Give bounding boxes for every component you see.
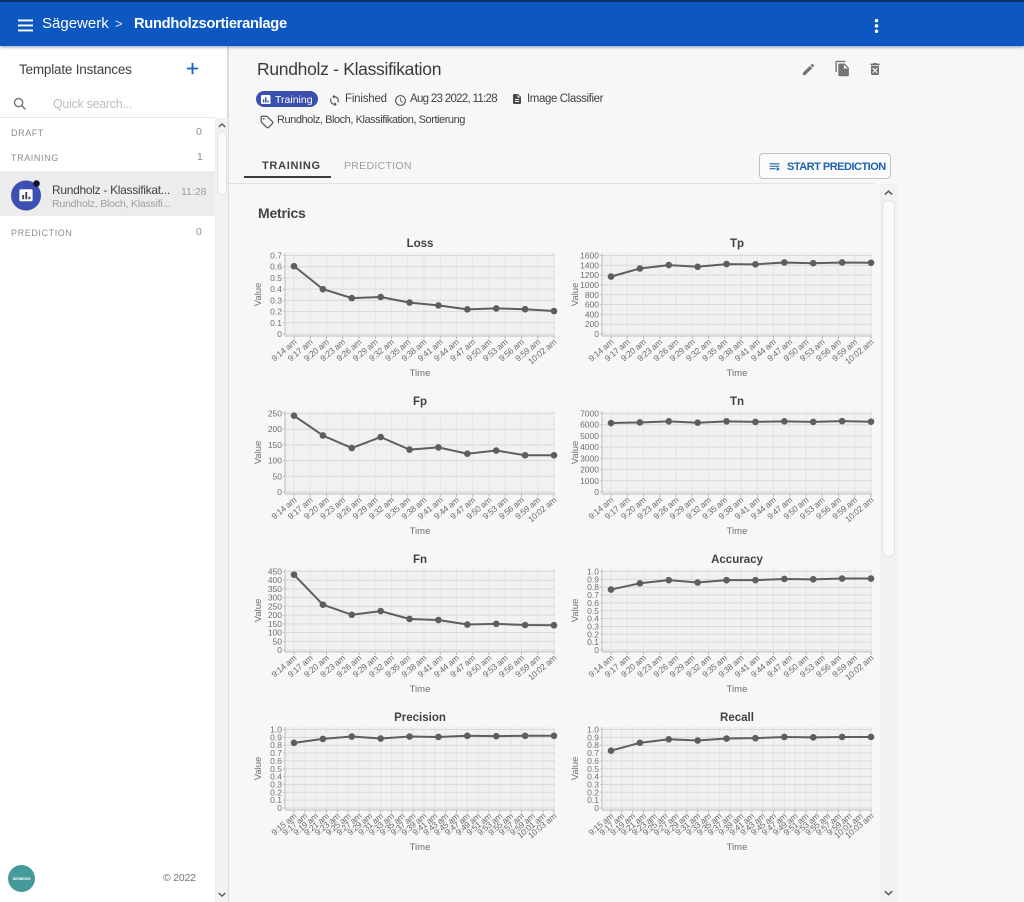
svg-text:Tn: Tn <box>730 396 744 408</box>
svg-text:Value: Value <box>570 283 581 307</box>
svg-text:Value: Value <box>570 441 581 465</box>
svg-text:800: 800 <box>585 290 599 300</box>
svg-text:100: 100 <box>268 628 282 638</box>
svg-text:6000: 6000 <box>580 420 599 430</box>
svg-text:Time: Time <box>410 842 431 853</box>
svg-text:400: 400 <box>268 575 282 585</box>
svg-text:2000: 2000 <box>580 465 599 475</box>
svg-text:Tp: Tp <box>730 238 744 250</box>
svg-text:7000: 7000 <box>580 409 599 419</box>
svg-text:450: 450 <box>268 567 282 577</box>
svg-text:Time: Time <box>727 842 748 853</box>
svg-text:0: 0 <box>277 487 282 497</box>
svg-text:0.7: 0.7 <box>270 251 282 261</box>
svg-text:Time: Time <box>727 684 748 695</box>
svg-text:1.0: 1.0 <box>270 725 282 735</box>
svg-text:3000: 3000 <box>580 453 599 463</box>
svg-text:600: 600 <box>585 300 599 310</box>
svg-text:0.5: 0.5 <box>270 273 282 283</box>
svg-text:0: 0 <box>277 329 282 339</box>
svg-text:350: 350 <box>268 584 282 594</box>
svg-text:0.2: 0.2 <box>270 307 282 317</box>
svg-text:Fn: Fn <box>413 554 427 566</box>
svg-text:1.0: 1.0 <box>587 567 599 577</box>
svg-text:Value: Value <box>253 599 264 623</box>
svg-text:Time: Time <box>410 368 431 379</box>
svg-text:0: 0 <box>594 487 599 497</box>
svg-text:Time: Time <box>727 368 748 379</box>
svg-text:SIEMENS: SIEMENS <box>12 876 30 881</box>
svg-text:1400: 1400 <box>580 260 599 270</box>
svg-text:Value: Value <box>253 283 264 307</box>
svg-text:50: 50 <box>273 636 283 646</box>
svg-text:Precision: Precision <box>394 712 446 724</box>
svg-text:Value: Value <box>570 599 581 623</box>
svg-text:250: 250 <box>268 409 282 419</box>
svg-text:Fp: Fp <box>413 396 427 408</box>
svg-text:0: 0 <box>594 329 599 339</box>
svg-text:Time: Time <box>410 526 431 537</box>
svg-text:1600: 1600 <box>580 251 599 261</box>
svg-text:0: 0 <box>277 645 282 655</box>
svg-text:0.4: 0.4 <box>270 284 282 294</box>
svg-text:Value: Value <box>253 441 264 465</box>
svg-text:400: 400 <box>585 309 599 319</box>
svg-text:250: 250 <box>268 601 282 611</box>
svg-text:50: 50 <box>273 471 283 481</box>
svg-text:1200: 1200 <box>580 270 599 280</box>
svg-text:300: 300 <box>268 593 282 603</box>
svg-text:150: 150 <box>268 619 282 629</box>
svg-text:0.1: 0.1 <box>270 318 282 328</box>
svg-text:200: 200 <box>585 319 599 329</box>
svg-text:Recall: Recall <box>720 712 754 724</box>
svg-text:150: 150 <box>268 440 282 450</box>
svg-text:Loss: Loss <box>407 238 434 250</box>
svg-text:Accuracy: Accuracy <box>711 554 763 566</box>
svg-text:4000: 4000 <box>580 442 599 452</box>
svg-text:1000: 1000 <box>580 476 599 486</box>
svg-text:0.3: 0.3 <box>270 295 282 305</box>
svg-text:5000: 5000 <box>580 431 599 441</box>
svg-text:Time: Time <box>727 526 748 537</box>
svg-text:Value: Value <box>570 757 581 781</box>
svg-text:Value: Value <box>253 757 264 781</box>
svg-text:Time: Time <box>410 684 431 695</box>
svg-text:100: 100 <box>268 456 282 466</box>
svg-text:0.6: 0.6 <box>270 262 282 272</box>
svg-text:200: 200 <box>268 424 282 434</box>
svg-text:1000: 1000 <box>580 280 599 290</box>
svg-text:1.0: 1.0 <box>587 725 599 735</box>
svg-text:200: 200 <box>268 610 282 620</box>
